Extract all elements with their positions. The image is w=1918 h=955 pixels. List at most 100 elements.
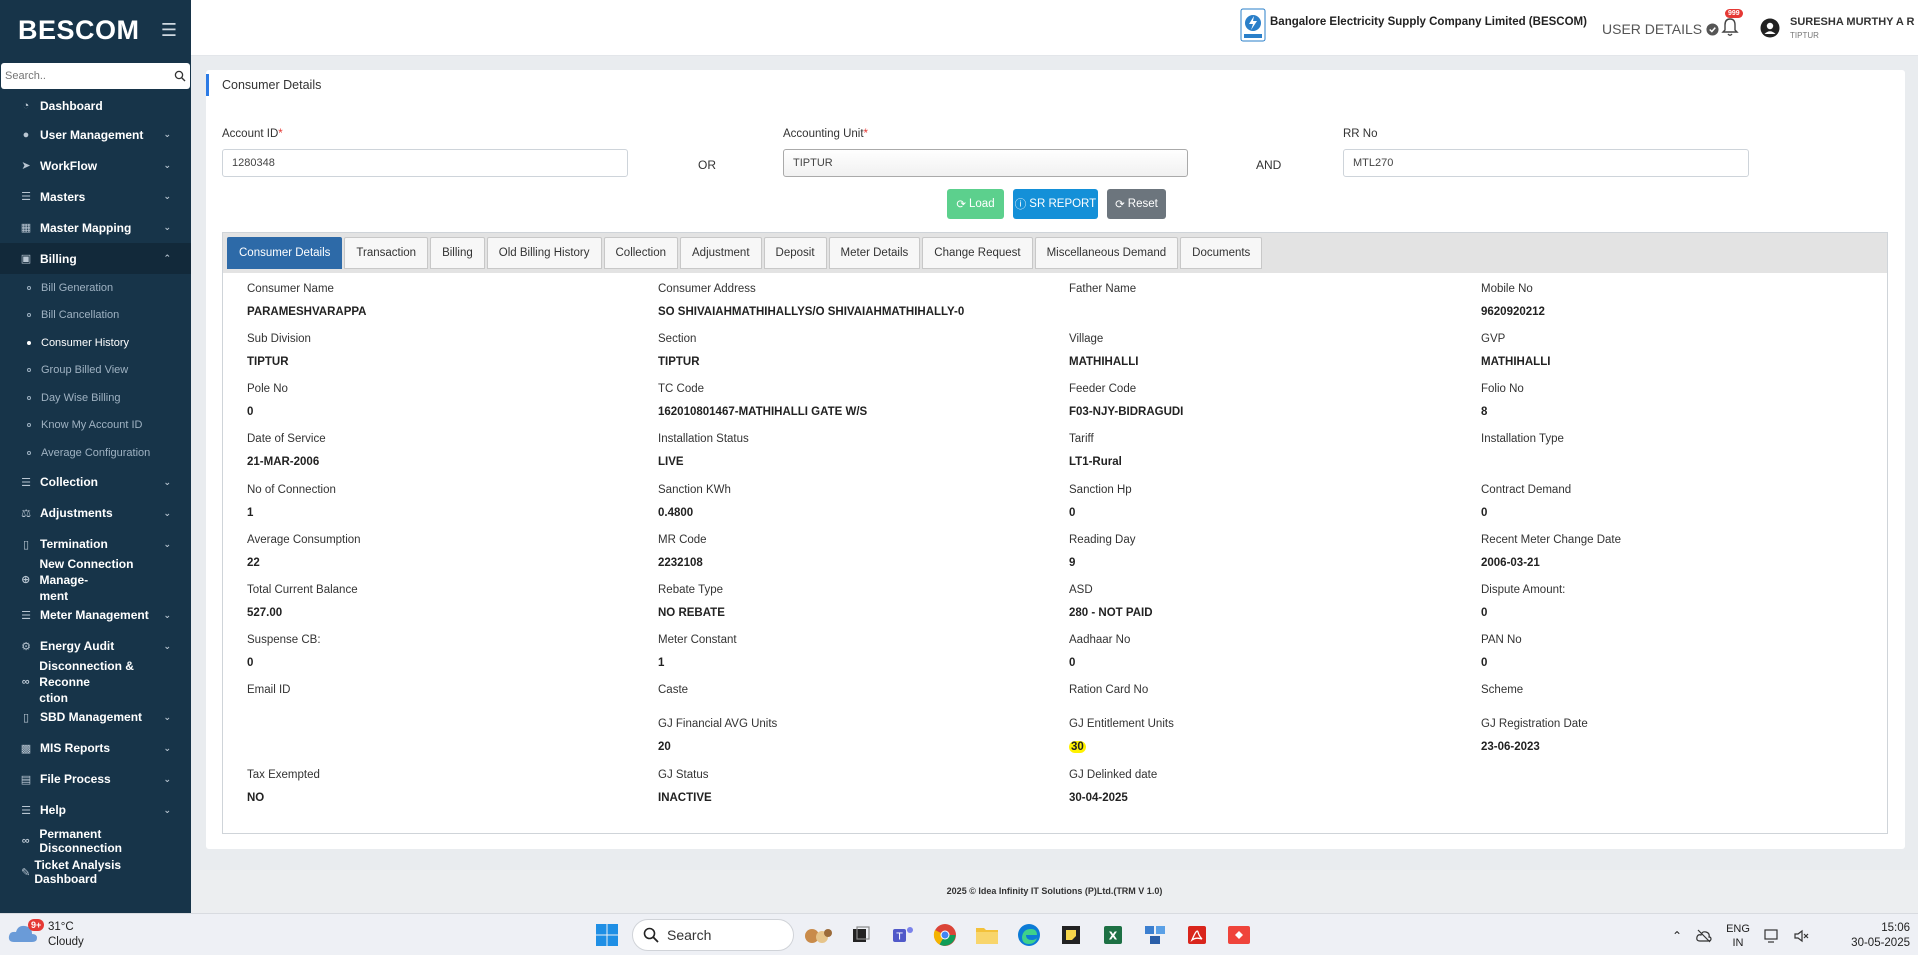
bell-icon[interactable]: [1719, 16, 1741, 38]
excel-app[interactable]: X: [1096, 919, 1130, 951]
tab-adjustment[interactable]: Adjustment: [680, 237, 762, 269]
detail-label: Average Consumption: [247, 534, 361, 546]
tab-documents[interactable]: Documents: [1180, 237, 1263, 269]
sidebar-search-input[interactable]: [5, 70, 174, 82]
file-icon: ▤: [20, 773, 32, 786]
detail-reading-day: Reading Day 9: [1069, 534, 1135, 569]
language-indicator[interactable]: ENG IN: [1726, 922, 1750, 950]
detail-sub-division: Sub Division TIPTUR: [247, 333, 311, 368]
detail-value: TIPTUR: [658, 356, 700, 368]
taskbar-search[interactable]: Search: [632, 919, 794, 951]
tab-miscellaneous-demand[interactable]: Miscellaneous Demand: [1034, 237, 1179, 269]
sidebar-item-workflow[interactable]: ➤ WorkFlow ⌄: [0, 150, 191, 181]
hamburger-icon[interactable]: ☰: [161, 20, 177, 41]
sidebar-item-disconnection-reconnection[interactable]: ∞ Disconnection & Reconne ction: [0, 659, 191, 705]
tab-billing[interactable]: Billing: [430, 237, 485, 269]
widgets-app[interactable]: [802, 919, 836, 951]
tab-change-request[interactable]: Change Request: [922, 237, 1033, 269]
network-app[interactable]: [1138, 919, 1172, 951]
rr-no-input[interactable]: MTL270: [1343, 149, 1749, 177]
speaker-muted-icon[interactable]: [1794, 929, 1810, 943]
detail-no-of-connection: No of Connection 1: [247, 484, 336, 519]
detail-label: Total Current Balance: [247, 584, 358, 596]
chrome-app[interactable]: [928, 919, 962, 951]
tab-transaction[interactable]: Transaction: [344, 237, 429, 269]
anydesk-app[interactable]: [1222, 919, 1256, 951]
detail-value: 0: [1481, 507, 1488, 519]
detail-value-highlighted: 30: [1069, 741, 1086, 753]
task-view-app[interactable]: [844, 919, 878, 951]
detail-feeder-code: Feeder Code F03-NJY-BIDRAGUDI: [1069, 383, 1183, 418]
detail-consumer-address: Consumer Address SO SHIVAIAHMATHIHALLYS/O…: [658, 283, 964, 318]
system-clock[interactable]: 15:06 30-05-2025: [1830, 921, 1910, 951]
tab-meter-details[interactable]: Meter Details: [828, 237, 921, 269]
teams-app[interactable]: T: [886, 919, 920, 951]
cloud-off-icon[interactable]: [1696, 929, 1712, 943]
sidebar-item-dashboard[interactable]: ◔ Dashboard: [0, 93, 191, 119]
top-header: Bangalore Electricity Supply Company Lim…: [191, 0, 1918, 56]
weather-badge: 9+: [28, 919, 45, 931]
detail-label: Consumer Address: [658, 283, 756, 295]
sidebar-subitem-average-configuration[interactable]: Average Configuration: [0, 439, 191, 467]
start-button[interactable]: [590, 919, 624, 951]
sticky-notes-app[interactable]: [1054, 919, 1088, 951]
detail-total-current-balance: Total Current Balance 527.00: [247, 584, 358, 619]
load-button[interactable]: ⟳ Load: [947, 189, 1004, 219]
chevron-up-icon[interactable]: ⌃: [1672, 929, 1682, 943]
reset-button[interactable]: ⟳ Reset: [1107, 189, 1166, 219]
account-id-input[interactable]: 1280348: [222, 149, 628, 177]
weather-widget[interactable]: 9+ 31°C Cloudy: [6, 918, 84, 952]
sidebar-item-file-process[interactable]: ▤ File Process ⌄: [0, 764, 191, 795]
sidebar-subitem-bill-generation[interactable]: Bill Generation: [0, 274, 191, 302]
sidebar-item-master-mapping[interactable]: ▦ Master Mapping ⌄: [0, 212, 191, 243]
file-explorer-app[interactable]: [970, 919, 1004, 951]
sidebar-item-help[interactable]: ☰ Help ⌄: [0, 795, 191, 826]
sidebar-item-sbd-management[interactable]: ▯ SBD Management ⌄: [0, 702, 191, 733]
tab-old-billing-history[interactable]: Old Billing History: [486, 237, 602, 269]
accounting-unit-label: Accounting Unit*: [783, 128, 868, 140]
windows-icon: [596, 924, 618, 946]
sidebar-subitem-label: Group Billed View: [41, 364, 129, 377]
or-label: OR: [698, 158, 716, 172]
windows-taskbar: 9+ 31°C Cloudy Search T X ⌃ ENG IN 15:06…: [0, 913, 1918, 955]
sidebar-item-meter-management[interactable]: ☰ Meter Management ⌄: [0, 600, 191, 631]
avatar[interactable]: [1760, 18, 1780, 38]
edge-app[interactable]: [1012, 919, 1046, 951]
acrobat-app[interactable]: [1180, 919, 1214, 951]
detail-label: No of Connection: [247, 484, 336, 496]
sidebar-subitem-bill-cancellation[interactable]: Bill Cancellation: [0, 302, 191, 330]
list-icon: ☰: [21, 476, 31, 489]
list-icon: ☰: [21, 609, 31, 622]
sidebar-item-permanent-disconnection[interactable]: ∞ Permanent Disconnection: [0, 826, 191, 857]
sidebar-item-user-management[interactable]: ● User Management ⌄: [0, 119, 191, 150]
sidebar-item-billing[interactable]: ▣ Billing ⌃: [0, 243, 191, 274]
sidebar-item-adjustments[interactable]: ⚖ Adjustments ⌄: [0, 498, 191, 529]
sidebar-item-label: Energy Audit: [40, 639, 115, 653]
sidebar-item-masters[interactable]: ☰ Masters ⌄: [0, 181, 191, 212]
detail-suspense-cb: Suspense CB: 0: [247, 634, 321, 669]
brand-logo[interactable]: BESCOM: [18, 15, 140, 46]
sidebar-subitem-consumer-history[interactable]: Consumer History: [0, 329, 191, 357]
sidebar-item-label: File Process: [40, 772, 111, 786]
sidebar-subitem-label: Average Configuration: [41, 446, 151, 459]
tab-consumer-details[interactable]: Consumer Details: [227, 237, 343, 269]
tab-collection[interactable]: Collection: [603, 237, 678, 269]
sidebar-subitem-day-wise-billing[interactable]: Day Wise Billing: [0, 384, 191, 412]
accounting-unit-select[interactable]: TIPTUR: [783, 149, 1188, 177]
search-icon[interactable]: [174, 70, 186, 82]
detail-label: Sub Division: [247, 333, 311, 345]
user-details-menu[interactable]: USER DETAILS: [1602, 21, 1719, 37]
sidebar-subitem-know-my-account-id[interactable]: Know My Account ID: [0, 412, 191, 440]
sidebar-item-ticket-analysis-dashboard[interactable]: ✎ Ticket Analysis Dashboard: [0, 857, 191, 888]
monitor-network-icon[interactable]: [1764, 929, 1780, 943]
sidebar-subitem-group-billed-view[interactable]: Group Billed View: [0, 357, 191, 385]
folder-icon: [976, 928, 998, 944]
tab-deposit[interactable]: Deposit: [763, 237, 827, 269]
sidebar-item-new-connection-management[interactable]: ⊕ New Connection Manage-ment: [0, 557, 191, 603]
detail-value: 162010801467-MATHIHALLI GATE W/S: [658, 406, 868, 418]
detail-value: 2006-03-21: [1481, 557, 1540, 569]
sidebar-item-mis-reports[interactable]: ▩ MIS Reports ⌄: [0, 733, 191, 764]
detail-label: Mobile No: [1481, 283, 1533, 295]
sr-report-button[interactable]: ⓘ SR REPORT: [1013, 189, 1098, 219]
sidebar-item-collection[interactable]: ☰ Collection ⌄: [0, 467, 191, 498]
